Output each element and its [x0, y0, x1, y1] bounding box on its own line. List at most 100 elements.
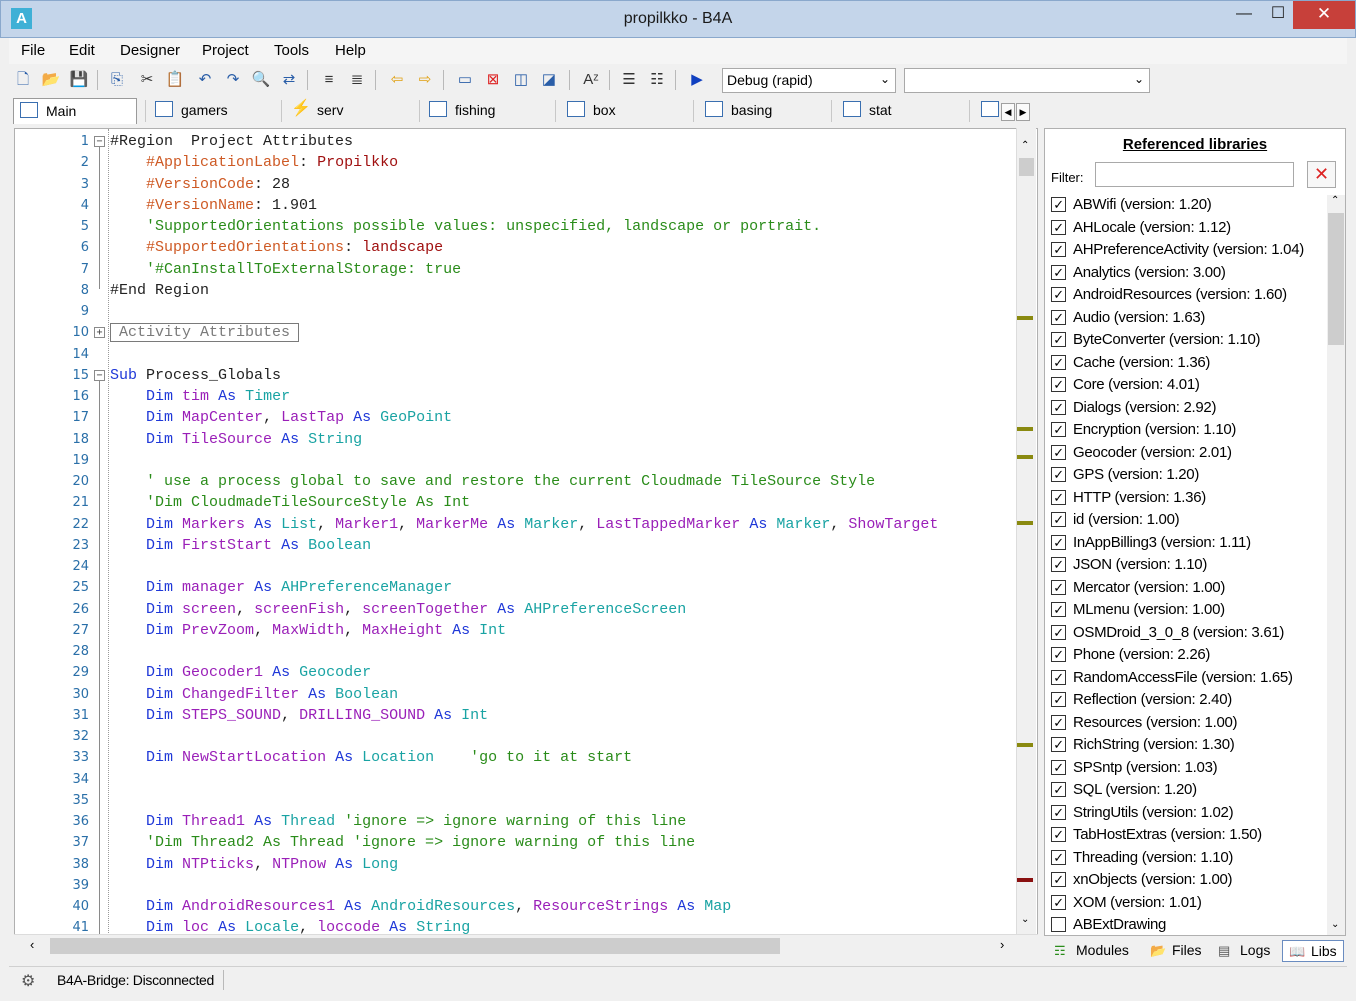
paste-icon[interactable]: 📋: [165, 70, 185, 90]
library-checkbox[interactable]: ✓: [1051, 759, 1066, 775]
menu-help[interactable]: Help: [335, 42, 366, 59]
code-line[interactable]: 35: [15, 790, 1015, 811]
code-line[interactable]: 15− Sub Process_Globals: [15, 365, 1015, 386]
libraries-scrollbar[interactable]: ⌃ ⌄: [1327, 195, 1345, 935]
copy-icon[interactable]: ⎘: [107, 70, 127, 90]
code-line[interactable]: 38 Dim NTPticks, NTPnow As Long: [15, 854, 1015, 875]
library-checkbox[interactable]: ✓: [1051, 647, 1066, 662]
expand-icon[interactable]: +: [94, 327, 105, 339]
code-line[interactable]: 9: [15, 301, 1015, 322]
code-line[interactable]: 7 '#CanInstallToExternalStorage: true: [15, 259, 1015, 280]
code-line[interactable]: 22 Dim Markers As List, Marker1, MarkerM…: [15, 514, 1015, 535]
back-arrow-icon[interactable]: ⇦: [387, 70, 407, 90]
outdent-icon[interactable]: ≣: [347, 70, 367, 90]
run-icon[interactable]: ▶: [687, 70, 707, 90]
cut-icon[interactable]: ✂: [137, 70, 157, 90]
clear-filter-icon[interactable]: ✕: [1307, 161, 1336, 188]
library-checkbox[interactable]: ✓: [1051, 782, 1066, 797]
library-checkbox[interactable]: ✓: [1051, 242, 1066, 257]
library-checkbox[interactable]: ✓: [1051, 287, 1066, 302]
code-line[interactable]: 25 Dim manager As AHPreferenceManager: [15, 577, 1015, 598]
tab-basing[interactable]: basing: [699, 98, 829, 124]
code-line[interactable]: 31 Dim STEPS_SOUND, DRILLING_SOUND As In…: [15, 705, 1015, 726]
uncomment-block-icon[interactable]: ☷: [647, 70, 667, 90]
collapse-icon[interactable]: −: [94, 369, 105, 381]
library-checkbox[interactable]: ✓: [1051, 602, 1066, 617]
error-marker[interactable]: [1017, 878, 1033, 882]
menu-file[interactable]: File: [21, 42, 45, 59]
library-checkbox[interactable]: ✓: [1051, 534, 1066, 550]
library-checkbox[interactable]: ✓: [1051, 692, 1066, 707]
code-line[interactable]: 28: [15, 641, 1015, 662]
code-line[interactable]: 39: [15, 875, 1015, 896]
library-checkbox[interactable]: ✓: [1051, 467, 1066, 482]
library-checkbox[interactable]: ✓: [1051, 557, 1066, 572]
code-line[interactable]: 10 + Activity Attributes: [15, 322, 1015, 343]
menu-edit[interactable]: Edit: [69, 42, 95, 59]
scrollbar-thumb[interactable]: [1019, 158, 1034, 176]
save-icon[interactable]: 💾: [69, 70, 89, 90]
tab-stat[interactable]: stat: [837, 98, 967, 124]
code-line[interactable]: 5 'SupportedOrientations possible values…: [15, 216, 1015, 237]
library-checkbox[interactable]: ✓: [1051, 489, 1066, 505]
code-line[interactable]: 2 #ApplicationLabel: Propilkko: [15, 152, 1015, 173]
code-line[interactable]: 18 Dim TileSource As String: [15, 429, 1015, 450]
code-line[interactable]: 37 'Dim Thread2 As Thread 'ignore => ign…: [15, 832, 1015, 853]
menu-tools[interactable]: Tools: [274, 42, 309, 59]
scroll-up-icon[interactable]: ⌃: [1021, 140, 1029, 151]
tab-main[interactable]: Main: [13, 98, 137, 124]
bookmark-marker[interactable]: [1017, 316, 1033, 320]
code-line[interactable]: 34: [15, 769, 1015, 790]
code-line[interactable]: 14: [15, 344, 1015, 365]
code-line[interactable]: 19: [15, 450, 1015, 471]
library-checkbox[interactable]: ✓: [1051, 422, 1066, 437]
code-line[interactable]: 26 Dim screen, screenFish, screenTogethe…: [15, 599, 1015, 620]
module-select[interactable]: ⌄: [904, 68, 1150, 93]
prev-bookmark-icon[interactable]: ◫: [511, 70, 531, 90]
library-checkbox[interactable]: ✓: [1051, 624, 1066, 640]
forward-arrow-icon[interactable]: ⇨: [415, 70, 435, 90]
library-checkbox[interactable]: ✓: [1051, 804, 1066, 820]
tab-libs[interactable]: 📖 Libs: [1282, 940, 1344, 962]
clear-bookmarks-icon[interactable]: ⊠: [483, 70, 503, 90]
code-line[interactable]: 40 Dim AndroidResources1 As AndroidResou…: [15, 896, 1015, 917]
bookmark-marker[interactable]: [1017, 455, 1033, 459]
find-icon[interactable]: 🔍: [251, 70, 271, 90]
library-checkbox[interactable]: ✓: [1051, 714, 1066, 730]
maximize-button[interactable]: ☐: [1263, 1, 1293, 29]
code-line[interactable]: 17 Dim MapCenter, LastTap As GeoPoint: [15, 407, 1015, 428]
library-checkbox[interactable]: ✓: [1051, 444, 1066, 460]
bookmark-marker[interactable]: [1017, 521, 1033, 525]
tab-box[interactable]: box: [561, 98, 691, 124]
code-line[interactable]: 32: [15, 726, 1015, 747]
bookmark-marker[interactable]: [1017, 743, 1033, 747]
code-line[interactable]: 33 Dim NewStartLocation As Location 'go …: [15, 747, 1015, 768]
code-line[interactable]: 36 Dim Thread1 As Thread 'ignore => igno…: [15, 811, 1015, 832]
tab-logs[interactable]: ▤ Logs: [1212, 940, 1282, 962]
scroll-down-icon[interactable]: ⌄: [1331, 919, 1339, 930]
redo-icon[interactable]: ↷: [223, 70, 243, 90]
collapse-icon[interactable]: −: [94, 136, 105, 147]
bookmark-marker[interactable]: [1017, 427, 1033, 431]
library-checkbox[interactable]: ✓: [1051, 264, 1066, 280]
next-bookmark-icon[interactable]: ◪: [539, 70, 559, 90]
code-line[interactable]: 6 #SupportedOrientations: landscape: [15, 237, 1015, 258]
new-file-icon[interactable]: 🗋: [13, 70, 33, 90]
scroll-down-icon[interactable]: ⌄: [1021, 914, 1029, 925]
code-editor[interactable]: 1− #Region Project Attributes 2 #Applicati…: [14, 128, 1038, 936]
code-line[interactable]: 8 #End Region: [15, 280, 1015, 301]
menu-project[interactable]: Project: [202, 42, 249, 59]
indent-icon[interactable]: ≡: [319, 70, 339, 90]
editor-vertical-scrollbar[interactable]: ⌃ ⌄: [1016, 128, 1036, 936]
code-line[interactable]: 29 Dim Geocoder1 As Geocoder: [15, 662, 1015, 683]
minimize-button[interactable]: —: [1229, 1, 1259, 29]
tab-serv[interactable]: ⚡ serv: [285, 98, 415, 124]
scroll-right-icon[interactable]: ›: [1000, 937, 1004, 952]
tab-gamers[interactable]: gamers: [149, 98, 279, 124]
build-config-select[interactable]: Debug (rapid) ⌄: [722, 68, 896, 93]
code-line[interactable]: 3 #VersionCode: 28: [15, 174, 1015, 195]
code-line[interactable]: 27 Dim PrevZoom, MaxWidth, MaxHeight As …: [15, 620, 1015, 641]
tab-scroll-left-icon[interactable]: ◀: [1001, 103, 1015, 121]
library-checkbox[interactable]: ✓: [1051, 512, 1066, 527]
library-checkbox[interactable]: ✓: [1051, 354, 1066, 370]
